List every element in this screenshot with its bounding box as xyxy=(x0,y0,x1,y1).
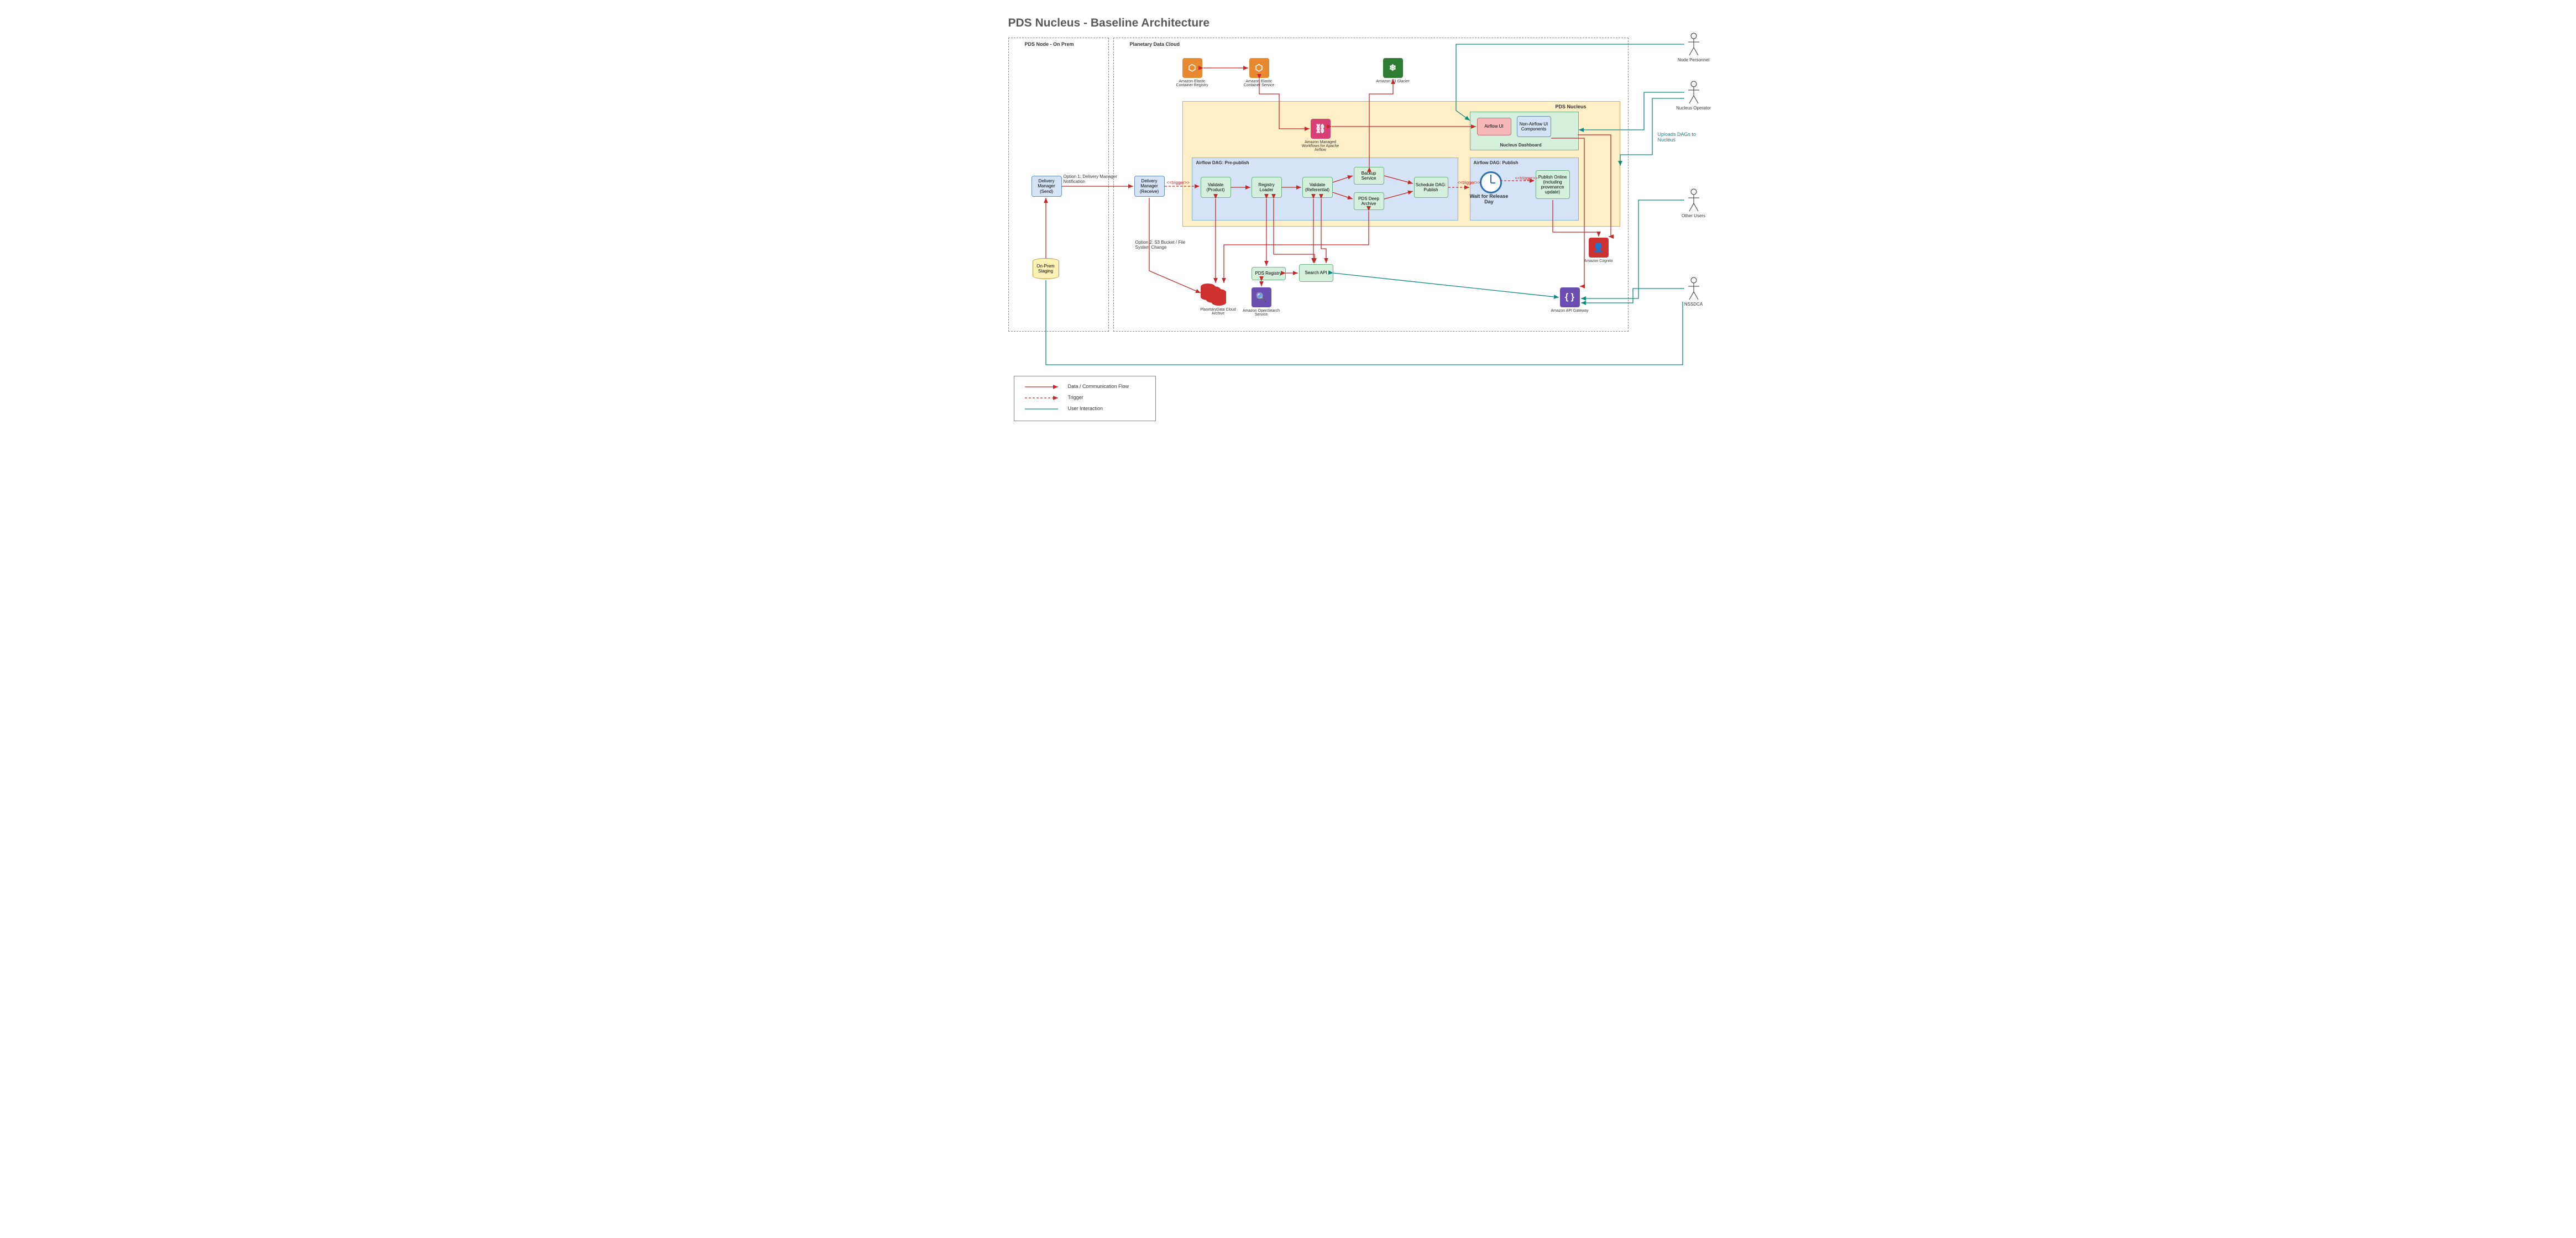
glacier-icon: ❄ xyxy=(1383,58,1403,78)
mwaa-label: Amazon Managed Workflows for Apache Airf… xyxy=(1299,140,1343,152)
delivery-manager-receive: Delivery Manager (Receive) xyxy=(1134,176,1165,197)
on-prem-staging: On-Prem Staging xyxy=(1033,258,1059,279)
ecr-icon: ⬡ xyxy=(1182,58,1202,78)
legend-dataflow: Data / Communication Flow xyxy=(1068,384,1129,389)
dag-prepublish-label: Airflow DAG: Pre-publish xyxy=(1196,160,1249,165)
option1-label: Option 1: Delivery Manager Notification xyxy=(1064,174,1124,184)
backup-service: Backup Service xyxy=(1354,167,1384,185)
nucleus-operator-actor xyxy=(1685,80,1702,104)
non-airflow-ui-node: Non-Airflow UI Components xyxy=(1517,116,1551,137)
ecs-icon: ⬡ xyxy=(1249,58,1269,78)
schedule-dag-publish: Schedule DAG: Publish xyxy=(1414,177,1448,198)
page-title: PDS Nucleus - Baseline Architecture xyxy=(1008,17,1210,30)
validate-referential: Validate (Referential) xyxy=(1302,177,1333,198)
legend-box xyxy=(1014,376,1156,421)
trigger3-label: <<trigger>> xyxy=(1515,176,1538,181)
search-api: Search API xyxy=(1299,264,1333,282)
ecr-label: Amazon Elastic Container Registry xyxy=(1170,80,1214,87)
trigger1-label: <<trigger>> xyxy=(1167,180,1190,185)
publish-online: Publish Online (including provenance upd… xyxy=(1536,170,1570,199)
dag-publish-label: Airflow DAG: Publish xyxy=(1474,160,1519,165)
legend-user: User Interaction xyxy=(1068,406,1103,411)
option2-label: Option 2: S3 Bucket / File System Change xyxy=(1135,240,1196,250)
pds-registry: PDS Registry xyxy=(1252,267,1286,280)
glacier-label: Amazon S3 Glacier xyxy=(1371,80,1415,83)
cloud-label: Planetary Data Cloud xyxy=(1130,41,1180,47)
other-users-label: Other Users xyxy=(1672,213,1716,218)
opensearch-label: Amazon OpenSearch Service xyxy=(1239,309,1284,317)
cognito-icon: 👤 xyxy=(1589,238,1609,258)
node-personnel-actor xyxy=(1685,32,1702,56)
diagram-canvas: PDS Nucleus - Baseline Architecture PDS … xyxy=(859,0,1718,442)
nssdca-label: NSSDCA xyxy=(1672,302,1716,307)
pds-deep-archive: PDS Deep Archive xyxy=(1354,192,1384,210)
delivery-manager-send: Delivery Manager (Send) xyxy=(1032,176,1062,197)
clock-icon xyxy=(1480,171,1502,193)
ecs-label: Amazon Elastic Container Service xyxy=(1237,80,1281,87)
mwaa-icon: ⛓ xyxy=(1311,119,1331,139)
wait-release-label: Wait for Release Day xyxy=(1467,193,1511,204)
apigw-icon: { } xyxy=(1560,287,1580,307)
validate-product: Validate (Product) xyxy=(1201,177,1231,198)
archive-cylinder-3 xyxy=(1212,289,1226,306)
airflow-ui-node: Airflow UI xyxy=(1477,118,1511,135)
node-personnel-label: Node Personnel xyxy=(1672,57,1716,62)
nucleus-operator-label: Nucleus Operator xyxy=(1672,106,1716,111)
trigger2-label: <<trigger>> xyxy=(1458,180,1480,185)
registry-loader: Registry Loader xyxy=(1252,177,1282,198)
archive-label: PlanetaryData Cloud Archive xyxy=(1196,308,1240,316)
other-users-actor xyxy=(1685,188,1702,212)
opensearch-icon: 🔍 xyxy=(1252,287,1271,307)
cognito-label: Amazon Cognito xyxy=(1577,259,1621,263)
apigw-label: Amazon API Gateway xyxy=(1548,309,1592,313)
dashboard-label: Nucleus Dashboard xyxy=(1500,143,1542,148)
pds-nucleus-label: PDS Nucleus xyxy=(1556,104,1587,109)
uploads-dags-label: Uploads DAGs to Nucleus xyxy=(1658,132,1708,143)
on-prem-label: PDS Node - On Prem xyxy=(1025,41,1074,47)
legend-trigger: Trigger xyxy=(1068,395,1083,400)
nssdca-actor xyxy=(1685,276,1702,301)
